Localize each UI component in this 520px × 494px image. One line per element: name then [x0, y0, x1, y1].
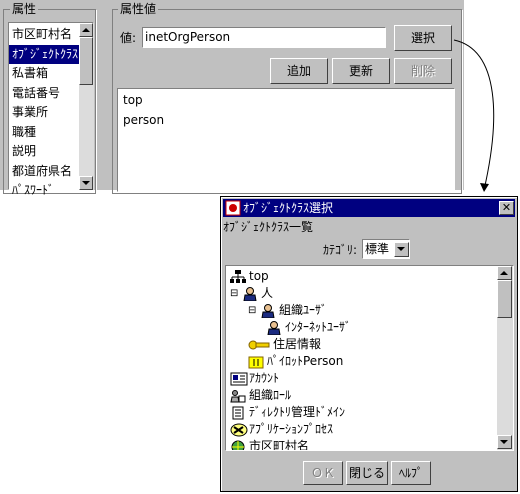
object-class-list-label: ｵﾌﾞｼﾞｪｸﾄｸﾗｽ一覧	[223, 220, 314, 234]
help-button[interactable]: ﾍﾙﾌﾟ	[391, 461, 431, 485]
document-icon	[230, 406, 246, 420]
attribute-list-item[interactable]: 事業所	[9, 103, 79, 123]
attributes-list[interactable]: 市区町村名 ｵﾌﾞｼﾞｪｸﾄｸﾗｽ 私書箱 電話番号 事業所 職種 説明 都道府県名 ﾊﾟｽﾜｰ…	[8, 22, 94, 197]
tree-node-label: ｱｶｳﾝﾄ	[249, 371, 280, 385]
attributes-legend: 属性	[10, 2, 39, 16]
tree-node[interactable]: 市区町村名	[230, 438, 309, 450]
attribute-value-item[interactable]: person	[120, 111, 164, 131]
attribute-list-item[interactable]: ﾊﾟｽﾜｰﾄﾞ	[9, 181, 79, 201]
attribute-list-item[interactable]: 職種	[9, 123, 79, 143]
process-icon	[230, 423, 248, 437]
close-icon[interactable]: ✕	[499, 201, 514, 215]
tree-node-label: 市区町村名	[249, 439, 310, 450]
attribute-values-legend: 属性値	[118, 2, 159, 16]
tree-node[interactable]: ｱｶｳﾝﾄ	[230, 370, 279, 387]
tree-node-label: 組織ﾕｰｻﾞ	[279, 303, 328, 317]
object-class-dialog: ｵﾌﾞｼﾞｪｸﾄｸﾗｽ選択 ✕ ｵﾌﾞｼﾞｪｸﾄｸﾗｽ一覧 ｶﾃｺﾞﾘ: 標準 …	[220, 196, 518, 492]
attribute-values-list[interactable]: top person	[117, 88, 455, 192]
close-button[interactable]: 閉じる	[346, 461, 388, 485]
attribute-list-item[interactable]: ｵﾌﾞｼﾞｪｸﾄｸﾗｽ	[9, 44, 79, 64]
key-icon	[248, 338, 270, 352]
object-class-tree[interactable]: top ⊟ 人 ⊟ 組織ﾕｰｻﾞ ｲﾝﾀｰﾈｯﾄﾕｰｻﾞ 住居情報 ﾊﾟｲﾛｯﾄPerson ｱ…	[225, 265, 514, 451]
ok-button[interactable]: ＯＫ	[303, 461, 343, 485]
attributes-scroll-thumb[interactable]	[79, 37, 93, 85]
tree-scrollbar[interactable]	[497, 266, 513, 450]
tree-node-label: ｱﾌﾟﾘｹｰｼｮﾝﾌﾟﾛｾｽ	[249, 422, 334, 436]
globe-icon	[230, 440, 246, 450]
scroll-down-arrow-icon[interactable]	[79, 176, 93, 190]
person-icon	[266, 320, 282, 335]
tree-node-label: ﾊﾟｲﾛｯﾄPerson	[267, 354, 344, 368]
account-icon	[230, 372, 248, 386]
scroll-down-arrow-icon[interactable]	[497, 435, 512, 449]
app-icon	[225, 200, 241, 216]
tree-node[interactable]: ﾊﾟｲﾛｯﾄPerson	[248, 353, 343, 370]
dialog-title: ｵﾌﾞｼﾞｪｸﾄｸﾗｽ選択	[243, 201, 334, 215]
tree-node-label: 組織ﾛｰﾙ	[249, 388, 292, 402]
tree-node[interactable]: ｲﾝﾀｰﾈｯﾄﾕｰｻﾞ	[266, 319, 351, 336]
tree-node[interactable]: ⊟ 人	[230, 285, 273, 302]
tree-node-label: 住居情報	[273, 337, 322, 351]
attribute-list-item[interactable]: 説明	[9, 142, 79, 162]
tree-node[interactable]: ｱﾌﾟﾘｹｰｼｮﾝﾌﾟﾛｾｽ	[230, 421, 333, 438]
value-label: 値:	[120, 31, 137, 45]
scroll-up-arrow-icon[interactable]	[79, 23, 93, 37]
attribute-list-item[interactable]: 私書箱	[9, 64, 79, 84]
tree-collapse-icon[interactable]: ⊟	[230, 285, 242, 302]
dialog-titlebar[interactable]: ｵﾌﾞｼﾞｪｸﾄｸﾗｽ選択 ✕	[223, 199, 515, 217]
category-value: 標準	[365, 242, 390, 256]
attributes-scrollbar[interactable]	[79, 23, 94, 190]
tree-node[interactable]: top	[230, 268, 269, 285]
category-label: ｶﾃｺﾞﾘ:	[323, 243, 358, 257]
tree-node[interactable]: 住居情報	[248, 336, 321, 353]
pilot-icon	[248, 355, 264, 369]
role-icon	[230, 389, 246, 403]
tree-node[interactable]: ⊟ 組織ﾕｰｻﾞ	[248, 302, 327, 319]
tree-node[interactable]: ﾃﾞｨﾚｸﾄﾘ管理ﾄﾞﾒｲﾝ	[230, 404, 345, 421]
update-button[interactable]: 更新	[332, 58, 390, 84]
tree-node-label: ﾃﾞｨﾚｸﾄﾘ管理ﾄﾞﾒｲﾝ	[249, 405, 346, 419]
category-select[interactable]: 標準	[362, 239, 410, 259]
hierarchy-icon	[230, 269, 246, 284]
tree-scroll-thumb[interactable]	[497, 280, 512, 318]
attribute-list-item[interactable]: 市区町村名	[9, 25, 79, 45]
tree-node-label: ｲﾝﾀｰﾈｯﾄﾕｰｻﾞ	[285, 320, 352, 334]
value-field[interactable]: inetOrgPerson	[142, 27, 386, 48]
tree-collapse-icon[interactable]: ⊟	[248, 302, 260, 319]
attribute-list-item[interactable]: 都道府県名	[9, 162, 79, 182]
connector-arrow-icon	[453, 39, 495, 192]
tree-node-label: top	[249, 269, 269, 283]
add-button[interactable]: 追加	[270, 58, 328, 84]
tree-node[interactable]: 組織ﾛｰﾙ	[230, 387, 291, 404]
chevron-down-icon[interactable]	[394, 242, 409, 257]
person-icon	[260, 303, 276, 318]
person-icon	[242, 286, 258, 301]
attribute-value-item[interactable]: top	[120, 91, 164, 111]
tree-node-label: 人	[261, 286, 274, 300]
attribute-list-item[interactable]: 電話番号	[9, 84, 79, 104]
scroll-up-arrow-icon[interactable]	[497, 266, 512, 280]
